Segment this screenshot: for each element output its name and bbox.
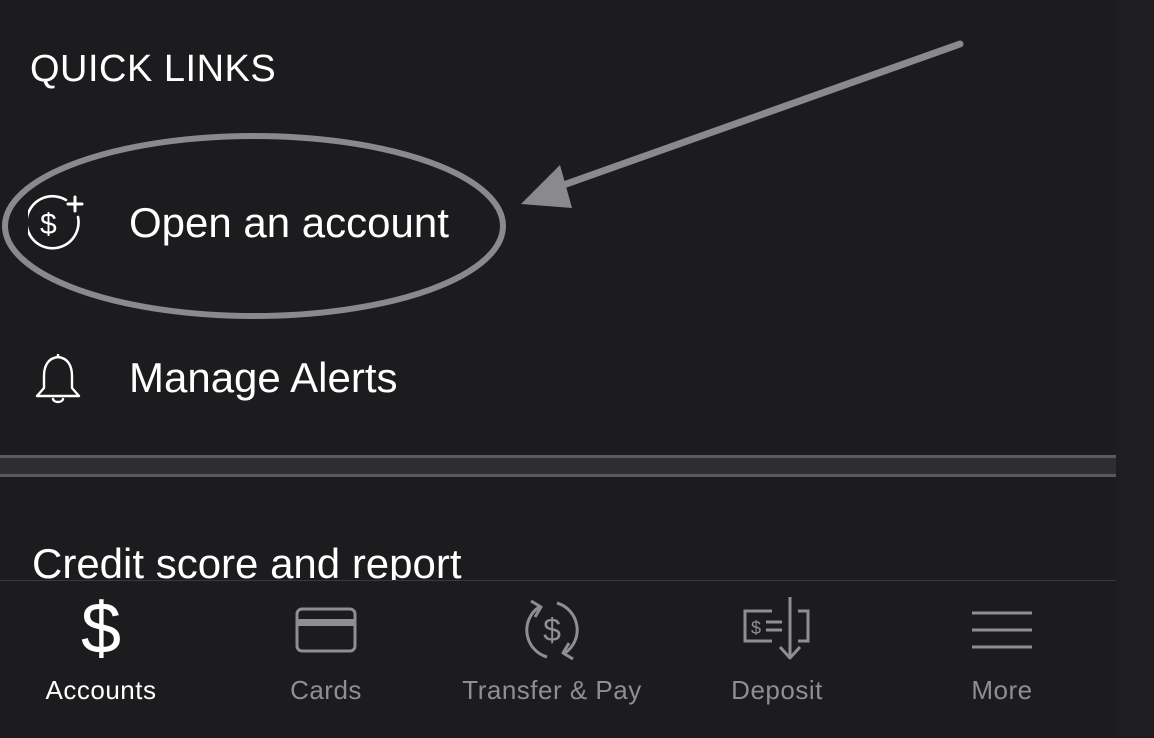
svg-text:$: $	[40, 208, 57, 241]
tab-deposit[interactable]: $ Deposit	[667, 581, 887, 721]
dollar-plus-icon: $	[28, 193, 88, 253]
app-screen: QUICK LINKS $ Open an account Manage Ale…	[0, 0, 1116, 738]
section-divider	[0, 455, 1116, 477]
dollar-icon: $	[61, 595, 141, 665]
menu-icon	[962, 595, 1042, 665]
transfer-icon: $	[512, 595, 592, 665]
tab-accounts[interactable]: $ Accounts	[0, 581, 211, 721]
card-icon	[286, 595, 366, 665]
tab-cards[interactable]: Cards	[216, 581, 436, 721]
tab-transfer-pay[interactable]: $ Transfer & Pay	[442, 581, 662, 721]
tab-more-label: More	[971, 675, 1033, 705]
manage-alerts-label: Manage Alerts	[129, 354, 398, 401]
credit-score-label: Credit score and report	[32, 540, 462, 580]
right-edge-strip	[1116, 0, 1154, 737]
tab-cards-label: Cards	[290, 675, 362, 705]
svg-text:$: $	[751, 618, 761, 638]
manage-alerts-link[interactable]: Manage Alerts	[0, 333, 1116, 423]
tab-deposit-label: Deposit	[731, 675, 823, 705]
credit-score-link[interactable]: Credit score and report	[0, 530, 1116, 580]
tab-more[interactable]: More	[892, 581, 1112, 721]
tab-transfer-label: Transfer & Pay	[462, 675, 642, 705]
svg-text:$: $	[543, 612, 561, 648]
quick-links-title: QUICK LINKS	[30, 48, 277, 90]
svg-text:$: $	[81, 595, 121, 665]
tab-bar: $ Accounts Cards $ Transfer & Pay $ Depo…	[0, 580, 1116, 738]
open-account-label: Open an account	[129, 199, 449, 246]
deposit-check-icon: $	[737, 595, 817, 665]
bell-icon	[28, 348, 88, 408]
open-account-link[interactable]: $ Open an account	[0, 178, 1116, 268]
tab-accounts-label: Accounts	[45, 675, 157, 705]
